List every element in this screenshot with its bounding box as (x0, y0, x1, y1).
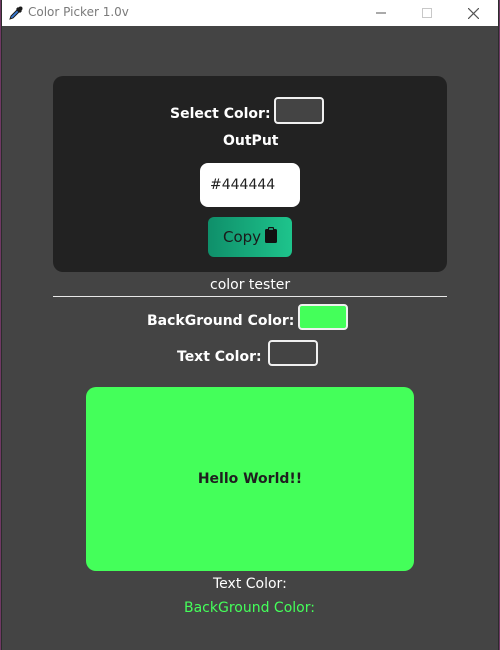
maximize-button[interactable] (404, 0, 450, 26)
minimize-button[interactable] (358, 0, 404, 26)
minimize-icon (376, 12, 386, 14)
maximize-icon (422, 8, 432, 18)
section-divider (53, 296, 447, 297)
copy-button-label: Copy (222, 228, 262, 246)
footer-text-color-label: Text Color: (213, 576, 287, 592)
copy-button[interactable]: Copy (208, 217, 292, 257)
close-icon (467, 7, 479, 19)
preview-text: Hello World!! (197, 471, 303, 487)
background-color-swatch[interactable] (298, 304, 348, 330)
background-color-label: BackGround Color: (147, 313, 295, 329)
select-color-swatch[interactable] (274, 97, 324, 124)
title-bar: Color Picker 1.0v (2, 0, 498, 26)
output-label: OutPut (223, 133, 279, 149)
picker-card: Select Color: OutPut Copy (53, 76, 447, 272)
color-tester-heading: color tester (210, 277, 291, 293)
client-area: Select Color: OutPut Copy color tester B… (2, 26, 498, 650)
hex-output-field[interactable] (200, 163, 300, 207)
text-color-label: Text Color: (177, 349, 262, 365)
text-color-swatch[interactable] (268, 340, 318, 366)
close-button[interactable] (450, 0, 496, 26)
app-window: Color Picker 1.0v Select Color: OutPut C… (2, 0, 498, 650)
eyedropper-icon (8, 5, 24, 21)
footer-background-color-label: BackGround Color: (184, 600, 315, 616)
color-preview-box: Hello World!! (86, 387, 414, 571)
select-color-label: Select Color: (170, 106, 271, 122)
clipboard-icon (265, 227, 278, 247)
window-title: Color Picker 1.0v (28, 5, 129, 19)
